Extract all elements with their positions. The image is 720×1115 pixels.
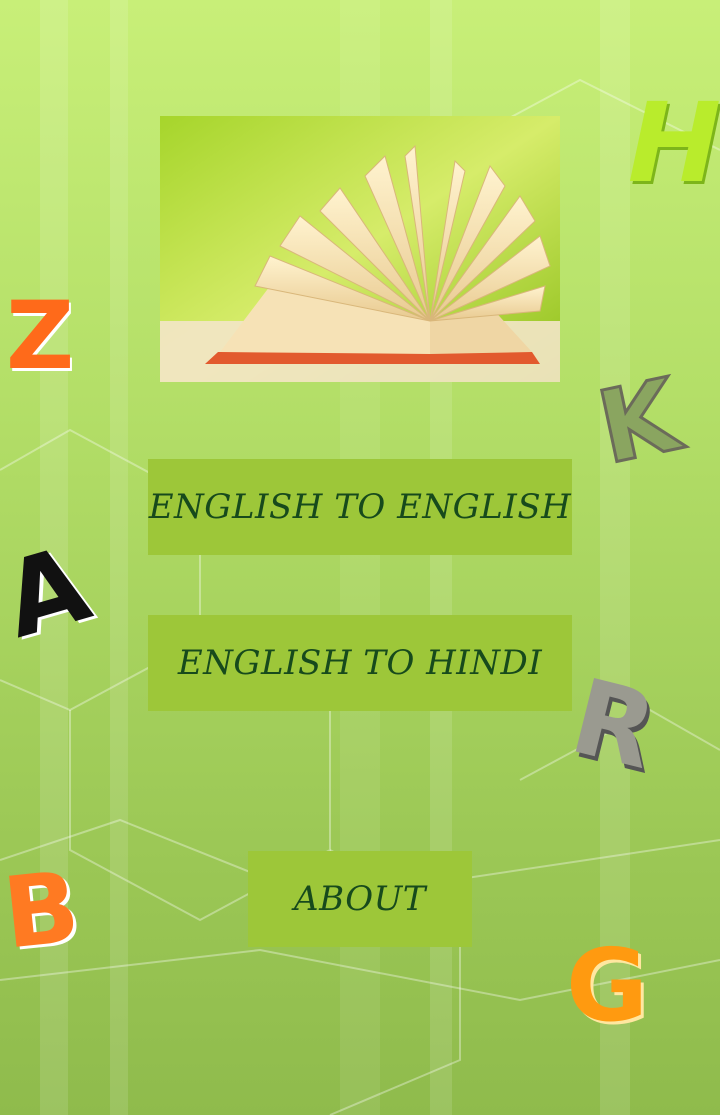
letter-g-decoration: G <box>566 927 649 1044</box>
about-label: ABOUT <box>294 879 426 919</box>
english-to-hindi-label: ENGLISH TO HINDI <box>177 643 543 683</box>
english-to-hindi-button[interactable]: ENGLISH TO HINDI <box>148 615 572 711</box>
english-to-english-label: ENGLISH TO ENGLISH <box>148 487 572 527</box>
about-button[interactable]: ABOUT <box>248 851 472 947</box>
letter-b-decoration: B <box>0 850 85 972</box>
open-book-image <box>160 116 560 382</box>
open-book-icon <box>160 116 560 382</box>
english-to-english-button[interactable]: ENGLISH TO ENGLISH <box>148 459 572 555</box>
letter-z-decoration: Z <box>6 282 75 391</box>
